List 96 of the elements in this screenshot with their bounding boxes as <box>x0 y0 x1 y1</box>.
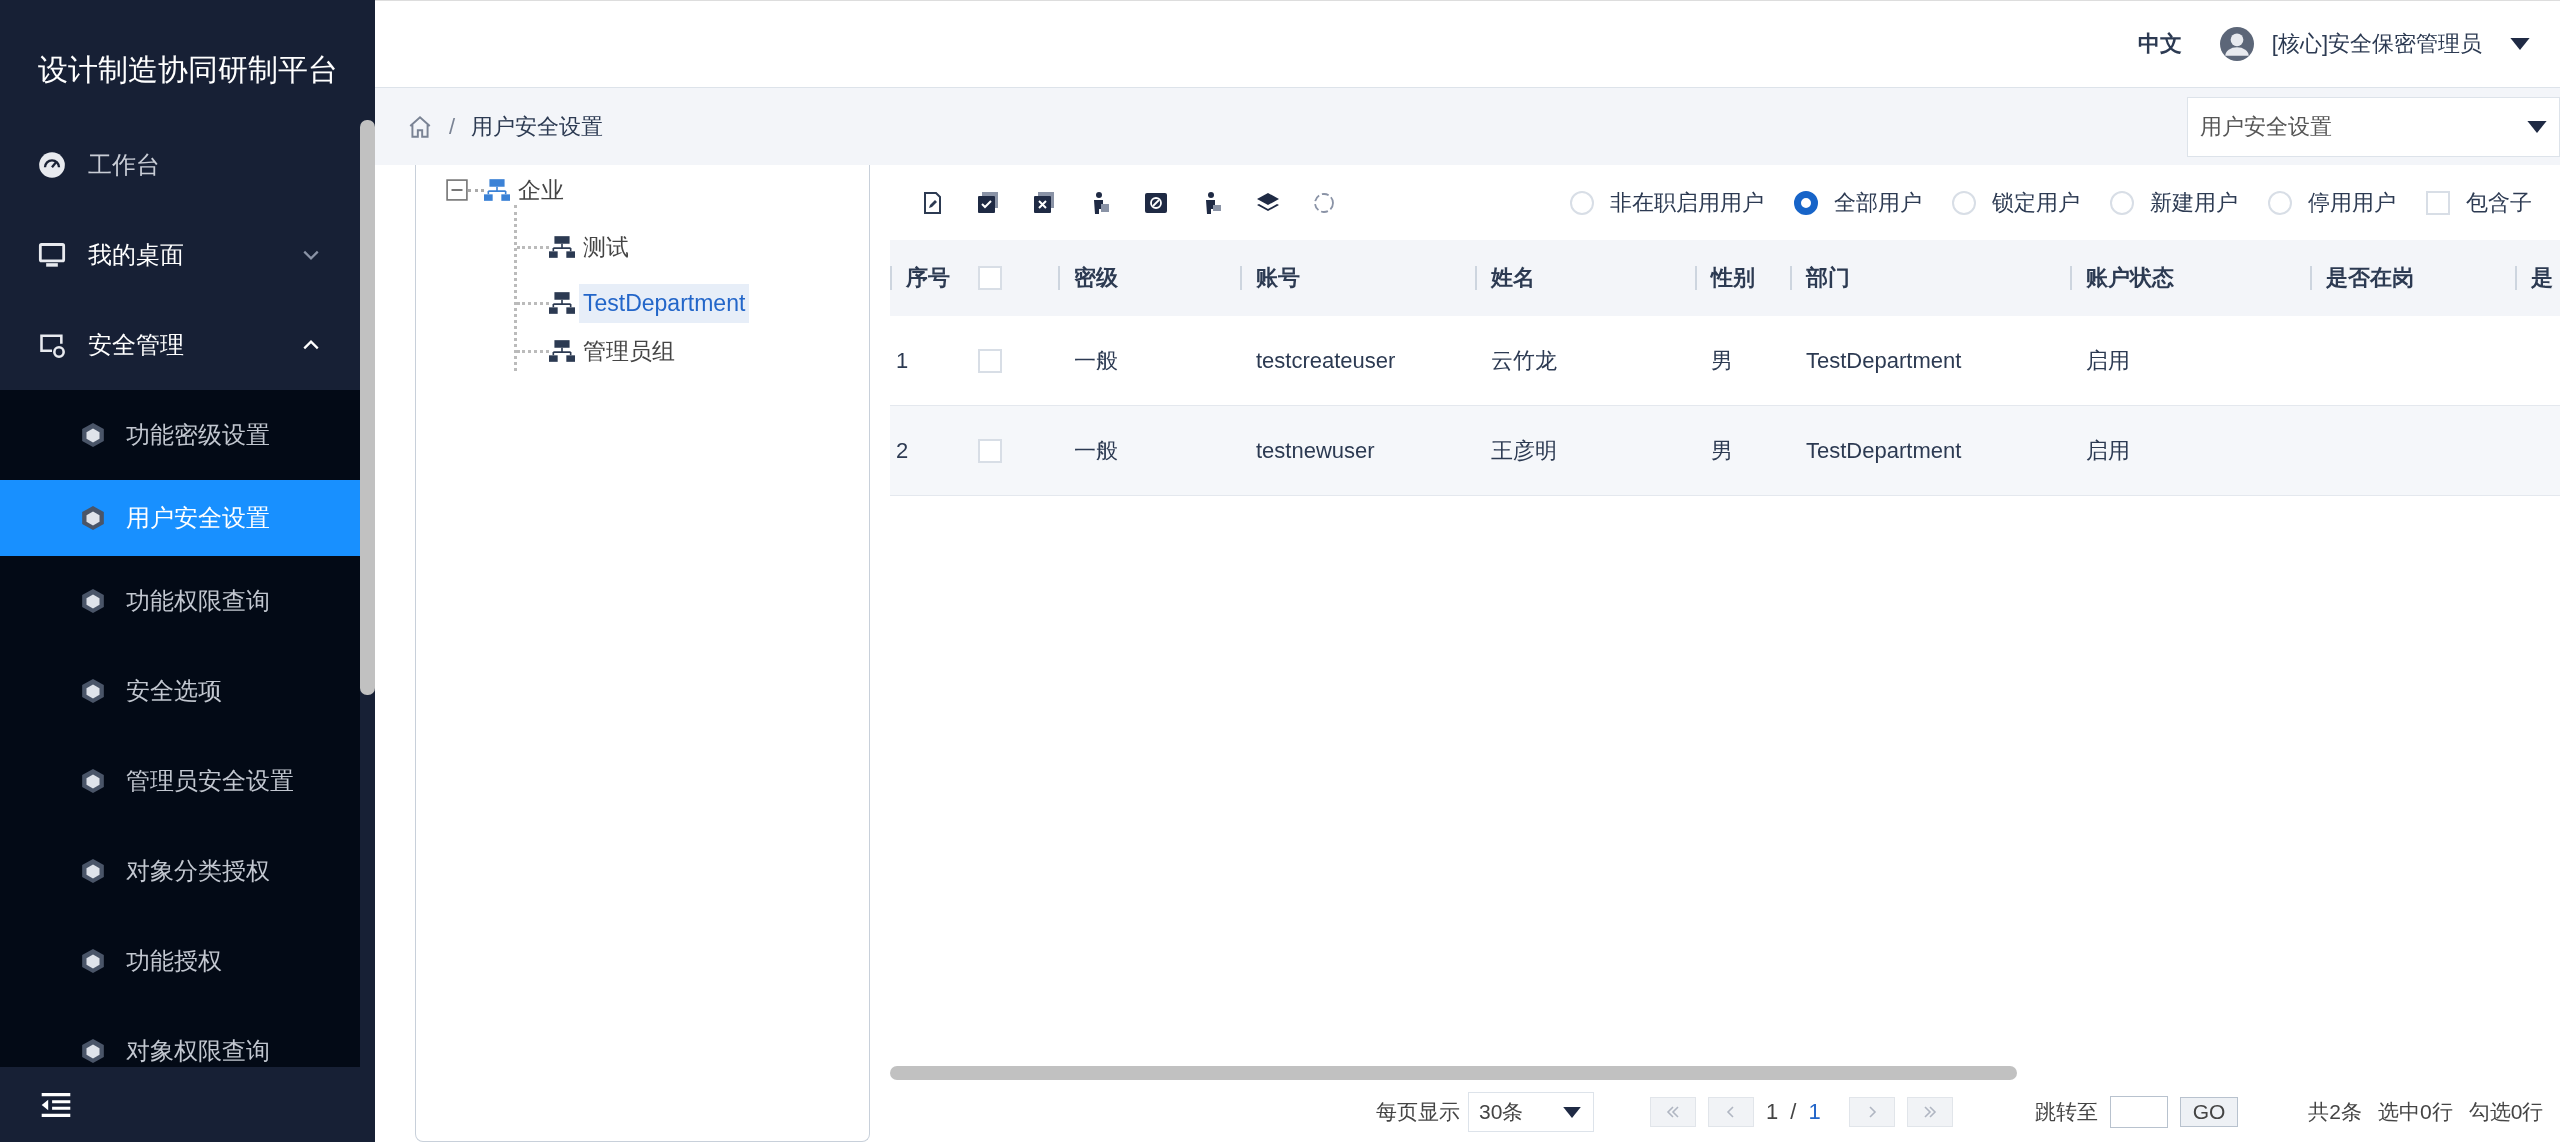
jump-label: 跳转至 <box>2034 1099 2098 1125</box>
cube-icon <box>80 588 106 614</box>
table-cell-text: 一般 <box>1073 436 1119 465</box>
menu-item[interactable]: 安全管理 <box>0 300 360 390</box>
table-cell-text: 1 <box>895 347 910 374</box>
org-chart-icon <box>549 291 575 315</box>
column-header: 是 <box>2515 266 2560 290</box>
tree-node[interactable]: 企业 <box>514 168 568 212</box>
chevron-down-icon <box>302 249 320 261</box>
dropdown-icon <box>2527 120 2547 133</box>
table-cell-text: 男 <box>1710 436 1734 465</box>
submenu-item[interactable]: 管理员安全设置 <box>0 736 360 826</box>
filter-option[interactable]: 包含子 <box>2426 187 2532 218</box>
menu-item[interactable]: 工作台 <box>0 120 360 210</box>
refresh-icon[interactable] <box>1312 190 1336 215</box>
dropdown-icon[interactable] <box>2510 38 2530 50</box>
home-icon[interactable] <box>407 113 433 140</box>
current-page: 1 <box>1766 1099 1779 1125</box>
page-input[interactable] <box>2109 1096 2168 1128</box>
go-button[interactable]: GO <box>2179 1097 2239 1127</box>
check-icon[interactable] <box>976 190 1000 215</box>
cube-icon <box>80 858 106 884</box>
submenu-item[interactable]: 对象权限查询 <box>0 1006 360 1067</box>
column-header: 性别 <box>1695 266 1790 290</box>
submenu-item[interactable]: 功能授权 <box>0 916 360 1006</box>
column-header: 部门 <box>1790 266 2070 290</box>
cube-icon <box>80 678 106 704</box>
table-cell-text: testnewuser <box>1255 437 1376 464</box>
table-cell-text: testcreateuser <box>1255 347 1397 374</box>
breadcrumb-separator: / <box>449 113 456 140</box>
table-cell-text: 启用 <box>2085 346 2131 375</box>
block-icon[interactable] <box>1144 190 1168 215</box>
table-row[interactable]: 2 一般 testnewuser 王彦明 男 TestDepartment 启用 <box>890 406 2560 496</box>
total-pages-link[interactable]: 1 <box>1808 1099 1821 1125</box>
column-header: 账号 <box>1240 266 1475 290</box>
chevron-up-icon <box>302 339 320 351</box>
table-cell-text: 男 <box>1710 346 1734 375</box>
submenu-item[interactable]: 功能权限查询 <box>0 556 360 646</box>
org-chart-icon <box>484 178 510 202</box>
org-chart-icon <box>549 339 575 363</box>
tree-node[interactable]: 管理员组 <box>579 329 679 373</box>
gauge-icon <box>38 151 66 179</box>
total-count: 共2条 <box>2308 1099 2362 1125</box>
monitor-gear-icon <box>38 331 66 359</box>
select-all-checkbox[interactable] <box>978 266 1002 290</box>
table-cell-text: 一般 <box>1073 346 1119 375</box>
double-chevron-left-icon <box>1665 1104 1681 1120</box>
row-checkbox[interactable] <box>978 438 1002 463</box>
column-header: 姓名 <box>1475 266 1695 290</box>
table-cell-text: TestDepartment <box>1805 347 1963 374</box>
table-cell-text: 云竹龙 <box>1490 346 1558 375</box>
scrollbar[interactable] <box>890 1066 2017 1080</box>
language-switch[interactable]: 中文 <box>2137 29 2182 59</box>
collapse-toggle-icon[interactable] <box>446 179 468 201</box>
column-header: 账户状态 <box>2070 266 2310 290</box>
column-header: 是否在岗 <box>2310 266 2515 290</box>
column-header: 密级 <box>1058 266 1240 290</box>
user-menu[interactable]: [核心]安全保密管理员 <box>2271 29 2482 59</box>
menu-item[interactable]: 我的桌面 <box>0 210 360 300</box>
table-cell-text: TestDepartment <box>1805 437 1963 464</box>
org-chart-icon <box>549 235 575 259</box>
table-cell-text: 启用 <box>2085 436 2131 465</box>
filter-option[interactable]: 非在职启用用户 <box>1570 187 1764 218</box>
collapse-menu-icon[interactable] <box>40 1091 72 1118</box>
monitor-icon <box>38 241 66 269</box>
app-title: 设计制造协同研制平台 <box>37 51 339 88</box>
column-header: 序号 <box>890 266 968 290</box>
delete-icon[interactable] <box>1032 190 1056 215</box>
page-size-select[interactable]: 30条 <box>1468 1092 1594 1132</box>
table-cell-text: 2 <box>895 437 910 464</box>
checked-count: 勾选0行 <box>2468 1099 2544 1125</box>
cube-icon <box>80 505 106 531</box>
cube-icon <box>80 948 106 974</box>
breadcrumb-current: 用户安全设置 <box>471 112 605 141</box>
filter-option[interactable]: 锁定用户 <box>1952 187 2080 218</box>
table-cell-text: 王彦明 <box>1490 436 1558 465</box>
page-select[interactable]: 用户安全设置 <box>2187 96 2560 157</box>
cube-icon <box>80 768 106 794</box>
submenu-item[interactable]: 安全选项 <box>0 646 360 736</box>
tree-node[interactable]: TestDepartment <box>579 283 750 323</box>
filter-option[interactable]: 全部用户 <box>1794 187 1922 218</box>
page-size-label: 每页显示 <box>1376 1099 1460 1125</box>
tree-node[interactable]: 测试 <box>579 225 633 269</box>
filter-option[interactable]: 停用用户 <box>2268 187 2396 218</box>
page-separator: / <box>1790 1099 1797 1125</box>
dropdown-icon <box>1563 1106 1581 1118</box>
avatar-icon <box>2219 27 2254 61</box>
selected-count: 选中0行 <box>2378 1099 2453 1125</box>
submenu-item[interactable]: 对象分类授权 <box>0 826 360 916</box>
double-chevron-right-icon <box>1921 1104 1938 1120</box>
cube-icon <box>80 1038 106 1064</box>
cube-icon <box>80 422 106 448</box>
submenu-item[interactable]: 功能密级设置 <box>0 390 360 480</box>
filter-option[interactable]: 新建用户 <box>2110 187 2238 218</box>
scrollbar[interactable] <box>360 120 375 695</box>
row-checkbox[interactable] <box>978 348 1002 373</box>
